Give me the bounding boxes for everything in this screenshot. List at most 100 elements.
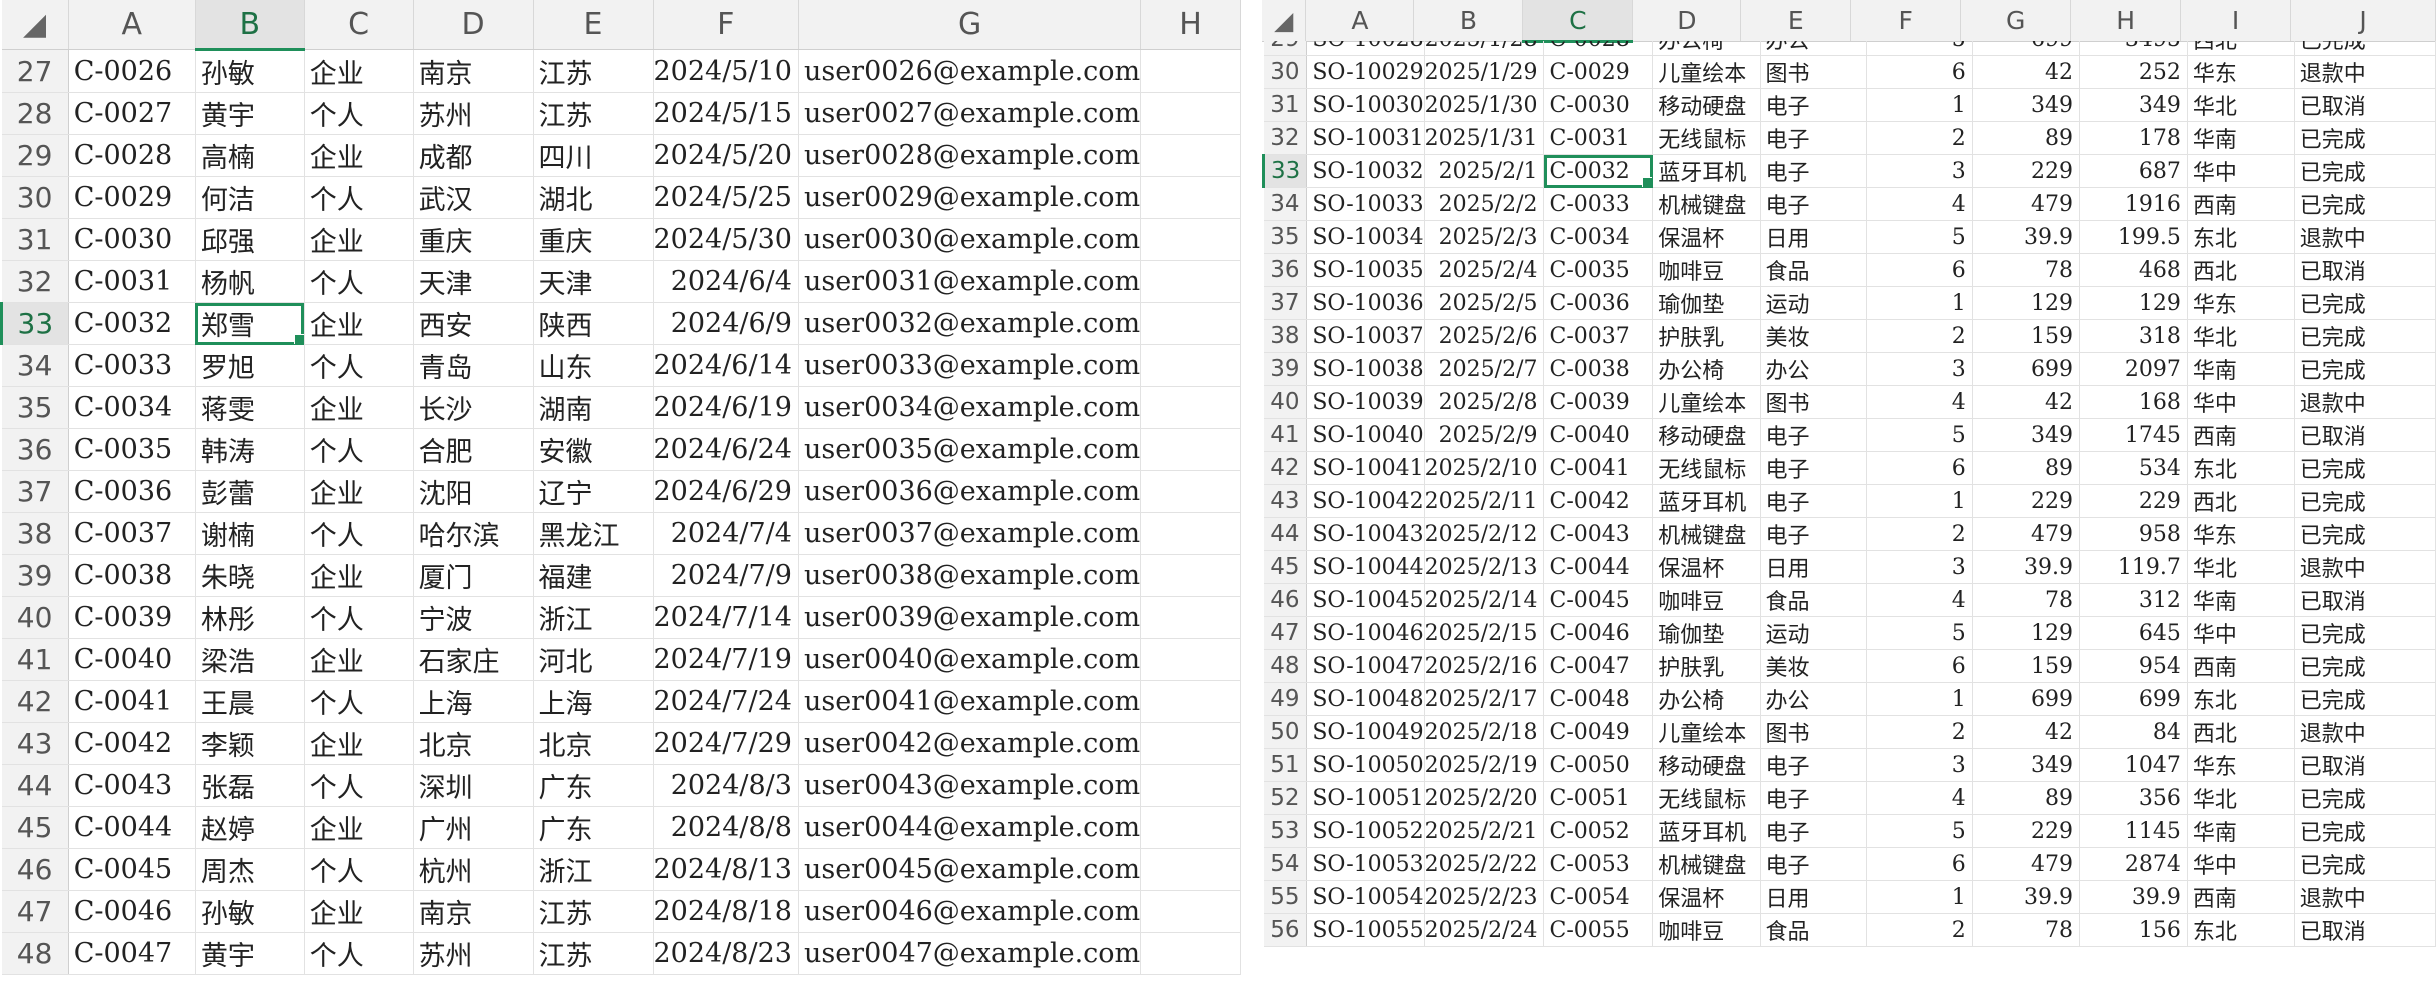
left-cell-f28[interactable]: 2024/5/15	[653, 92, 799, 135]
left-row-header-28[interactable]: 28	[1, 92, 69, 135]
right-cell-d54[interactable]: 机械键盘	[1652, 847, 1761, 881]
right-row-header-48[interactable]: 48	[1263, 649, 1308, 683]
left-cell-e40[interactable]: 浙江	[533, 596, 654, 639]
left-cell-c28[interactable]: 个人	[304, 92, 414, 135]
right-cell-e46[interactable]: 食品	[1760, 583, 1868, 617]
right-cell-e56[interactable]: 食品	[1760, 913, 1868, 947]
right-cell-d36[interactable]: 咖啡豆	[1652, 253, 1761, 287]
right-cell-f49[interactable]: 1	[1866, 682, 1973, 716]
left-cell-b46[interactable]: 周杰	[195, 848, 305, 891]
right-cell-h56[interactable]: 156	[2079, 913, 2188, 947]
right-cell-g46[interactable]: 78	[1972, 583, 2080, 617]
left-cell-e27[interactable]: 江苏	[533, 49, 654, 93]
left-row-header-36[interactable]: 36	[1, 428, 69, 471]
left-cell-d28[interactable]: 苏州	[413, 92, 534, 135]
left-cell-a32[interactable]: C-0031	[68, 260, 196, 303]
right-cell-a29[interactable]: SO-10028	[1306, 41, 1425, 56]
right-cell-d47[interactable]: 瑜伽垫	[1652, 616, 1761, 650]
right-cell-c34[interactable]: C-0033	[1543, 187, 1654, 221]
right-row-header-40[interactable]: 40	[1263, 385, 1308, 419]
right-cell-g55[interactable]: 39.9	[1972, 880, 2080, 914]
left-cell-a27[interactable]: C-0026	[68, 49, 196, 93]
right-cell-e30[interactable]: 图书	[1760, 55, 1868, 89]
right-cell-i36[interactable]: 西北	[2187, 253, 2295, 287]
left-cell-c30[interactable]: 个人	[304, 176, 414, 219]
right-cell-d55[interactable]: 保温杯	[1652, 880, 1761, 914]
left-cell-g41[interactable]: user0040@example.com	[798, 638, 1142, 681]
left-cell-h39[interactable]	[1140, 554, 1241, 597]
left-column-header-c[interactable]: C	[304, 0, 414, 50]
left-cell-g47[interactable]: user0046@example.com	[798, 890, 1142, 933]
left-cell-g37[interactable]: user0036@example.com	[798, 470, 1142, 513]
left-row-header-48[interactable]: 48	[1, 932, 69, 975]
right-cell-i56[interactable]: 东北	[2187, 913, 2295, 947]
right-cell-e35[interactable]: 日用	[1760, 220, 1868, 254]
left-cell-e43[interactable]: 北京	[533, 722, 654, 765]
left-cell-c35[interactable]: 企业	[304, 386, 414, 429]
right-cell-b46[interactable]: 2025/2/14	[1424, 583, 1545, 617]
right-row-header-37[interactable]: 37	[1263, 286, 1308, 320]
right-cell-a55[interactable]: SO-10054	[1306, 880, 1425, 914]
left-cell-b37[interactable]: 彭蕾	[195, 470, 305, 513]
right-cell-f31[interactable]: 1	[1866, 88, 1973, 122]
right-cell-g48[interactable]: 159	[1972, 649, 2080, 683]
right-cell-d37[interactable]: 瑜伽垫	[1652, 286, 1761, 320]
left-cell-f41[interactable]: 2024/7/19	[653, 638, 799, 681]
right-cell-j47[interactable]: 已完成	[2294, 616, 2436, 650]
left-cell-c32[interactable]: 个人	[304, 260, 414, 303]
left-cell-d41[interactable]: 石家庄	[413, 638, 534, 681]
left-cell-c33[interactable]: 企业	[304, 302, 414, 345]
left-cell-d33[interactable]: 西安	[413, 302, 534, 345]
right-cell-j35[interactable]: 退款中	[2294, 220, 2436, 254]
left-row-header-40[interactable]: 40	[1, 596, 69, 639]
right-cell-j29[interactable]: 已完成	[2294, 41, 2436, 56]
right-cell-d31[interactable]: 移动硬盘	[1652, 88, 1761, 122]
right-row-header-38[interactable]: 38	[1263, 319, 1308, 353]
left-cell-c39[interactable]: 企业	[304, 554, 414, 597]
right-cell-h40[interactable]: 168	[2079, 385, 2188, 419]
right-cell-j53[interactable]: 已完成	[2294, 814, 2436, 848]
right-cell-j39[interactable]: 已完成	[2294, 352, 2436, 386]
left-cell-e31[interactable]: 重庆	[533, 218, 654, 261]
right-cell-f30[interactable]: 6	[1866, 55, 1973, 89]
left-cell-a48[interactable]: C-0047	[68, 932, 196, 975]
right-cell-d52[interactable]: 无线鼠标	[1652, 781, 1761, 815]
right-cell-j56[interactable]: 已取消	[2294, 913, 2436, 947]
right-cell-b37[interactable]: 2025/2/5	[1424, 286, 1545, 320]
left-cell-h45[interactable]	[1140, 806, 1241, 849]
right-cell-e39[interactable]: 办公	[1760, 352, 1868, 386]
right-cell-g53[interactable]: 229	[1972, 814, 2080, 848]
right-cell-f35[interactable]: 5	[1866, 220, 1973, 254]
right-cell-h52[interactable]: 356	[2079, 781, 2188, 815]
left-cell-e38[interactable]: 黑龙江	[533, 512, 654, 555]
left-cell-b44[interactable]: 张磊	[195, 764, 305, 807]
right-cell-g50[interactable]: 42	[1972, 715, 2080, 749]
right-row-header-49[interactable]: 49	[1263, 682, 1308, 716]
right-cell-e53[interactable]: 电子	[1760, 814, 1868, 848]
right-cell-g49[interactable]: 699	[1972, 682, 2080, 716]
right-cell-g36[interactable]: 78	[1972, 253, 2080, 287]
right-cell-j34[interactable]: 已完成	[2294, 187, 2436, 221]
left-cell-a34[interactable]: C-0033	[68, 344, 196, 387]
right-cell-f37[interactable]: 1	[1866, 286, 1973, 320]
right-cell-f51[interactable]: 3	[1866, 748, 1973, 782]
left-cell-f44[interactable]: 2024/8/3	[653, 764, 799, 807]
right-cell-h39[interactable]: 2097	[2079, 352, 2188, 386]
left-cell-g34[interactable]: user0033@example.com	[798, 344, 1142, 387]
left-cell-f39[interactable]: 2024/7/9	[653, 554, 799, 597]
left-row-header-38[interactable]: 38	[1, 512, 69, 555]
right-cell-i49[interactable]: 东北	[2187, 682, 2295, 716]
right-cell-a46[interactable]: SO-10045	[1306, 583, 1425, 617]
left-column-header-h[interactable]: H	[1140, 0, 1241, 50]
right-cell-f33[interactable]: 3	[1866, 154, 1973, 188]
right-cell-h41[interactable]: 1745	[2079, 418, 2188, 452]
right-cell-c53[interactable]: C-0052	[1543, 814, 1654, 848]
left-cell-e44[interactable]: 广东	[533, 764, 654, 807]
left-cell-a45[interactable]: C-0044	[68, 806, 196, 849]
left-cell-a33[interactable]: C-0032	[68, 302, 196, 345]
right-cell-i51[interactable]: 华东	[2187, 748, 2295, 782]
left-cell-b39[interactable]: 朱晓	[195, 554, 305, 597]
right-row-header-52[interactable]: 52	[1263, 781, 1308, 815]
right-cell-d56[interactable]: 咖啡豆	[1652, 913, 1761, 947]
right-cell-b52[interactable]: 2025/2/20	[1424, 781, 1545, 815]
